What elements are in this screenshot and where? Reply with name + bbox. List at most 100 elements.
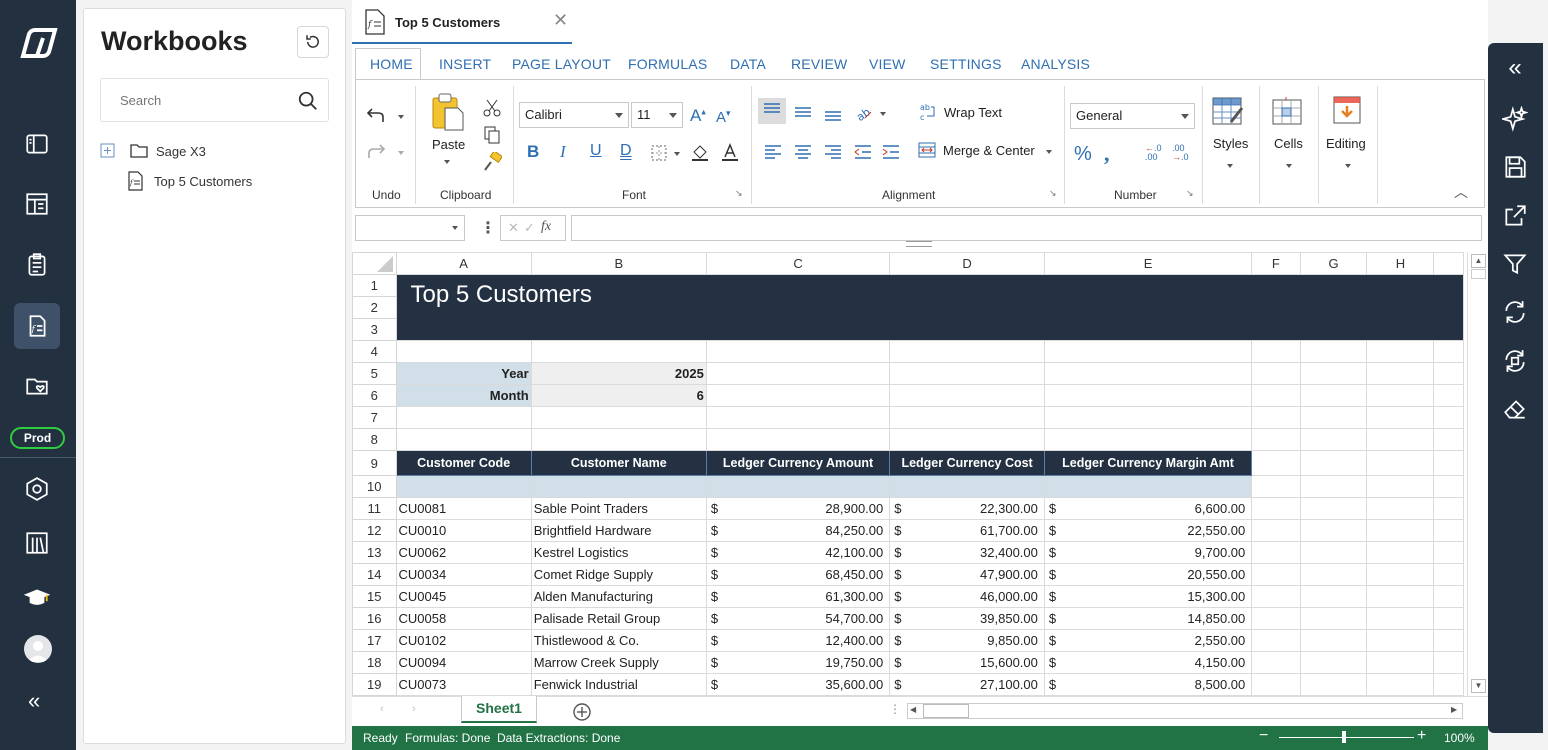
amount-cell[interactable]: $47,900.00 <box>889 563 1045 586</box>
align-bottom-icon[interactable] <box>823 104 843 124</box>
expand-chevrons-icon[interactable]: « <box>1502 56 1528 83</box>
row-header[interactable]: 11 <box>352 497 397 520</box>
editing-dropdown-icon[interactable] <box>1345 164 1351 168</box>
column-header[interactable]: E <box>1043 252 1253 275</box>
row-header[interactable]: 9 <box>352 450 397 476</box>
customer-name-cell[interactable]: Brightfield Hardware <box>530 519 707 542</box>
zoom-in-icon[interactable]: + <box>1417 727 1426 745</box>
amount-cell[interactable]: $14,850.00 <box>1043 607 1253 630</box>
amount-cell[interactable]: $27,100.00 <box>889 673 1045 696</box>
sync-icon[interactable] <box>1502 299 1528 325</box>
tree-item-top-5-customers[interactable]: f Top 5 Customers <box>127 171 252 191</box>
param-label-cell[interactable]: Year <box>395 362 532 385</box>
align-middle-icon[interactable] <box>793 102 813 122</box>
customer-name-cell[interactable]: Comet Ridge Supply <box>530 563 707 586</box>
zoom-slider-thumb[interactable] <box>1342 731 1346 743</box>
customer-code-cell[interactable]: CU0062 <box>395 541 532 564</box>
fx-icon[interactable]: fx <box>541 219 551 235</box>
paste-dropdown-icon[interactable] <box>444 160 450 164</box>
orientation-icon[interactable]: ab <box>853 102 873 122</box>
amount-cell[interactable]: $46,000.00 <box>889 585 1045 608</box>
styles-button[interactable]: Styles <box>1213 136 1248 151</box>
amount-cell[interactable]: $42,100.00 <box>705 541 891 564</box>
font-dialog-launcher-icon[interactable]: ↘ <box>735 188 743 199</box>
tab-page-layout[interactable]: PAGE LAYOUT <box>512 56 611 72</box>
styles-icon[interactable] <box>1211 96 1245 128</box>
customer-code-cell[interactable]: CU0045 <box>395 585 532 608</box>
amount-cell[interactable]: $12,400.00 <box>705 629 891 652</box>
font-name-select[interactable]: Calibri <box>519 102 629 128</box>
bold-icon[interactable]: B <box>527 142 539 162</box>
alignment-dialog-launcher-icon[interactable]: ↘ <box>1049 188 1057 199</box>
row-header[interactable]: 2 <box>352 296 397 319</box>
customer-code-cell[interactable]: CU0058 <box>395 607 532 630</box>
vertical-scrollbar[interactable]: ▲ ▼ <box>1467 252 1487 696</box>
align-top-button[interactable] <box>758 98 786 124</box>
amount-cell[interactable]: $22,550.00 <box>1043 519 1253 542</box>
horizontal-scrollbar[interactable]: ◀ ▶ <box>907 703 1463 719</box>
customer-name-cell[interactable]: Thistlewood & Co. <box>530 629 707 652</box>
font-size-select[interactable]: 11 <box>631 102 683 128</box>
app-logo-icon[interactable] <box>15 26 61 62</box>
borders-icon[interactable] <box>650 144 668 162</box>
search-icon[interactable] <box>297 90 319 112</box>
close-tab-icon[interactable]: ✕ <box>553 10 568 31</box>
customer-code-cell[interactable]: CU0081 <box>395 497 532 520</box>
shrink-font-icon[interactable]: A▾ <box>716 108 731 126</box>
amount-cell[interactable]: $20,550.00 <box>1043 563 1253 586</box>
row-header[interactable]: 5 <box>352 362 397 385</box>
row-header[interactable]: 7 <box>352 406 397 429</box>
customer-name-cell[interactable]: Marrow Creek Supply <box>530 651 707 674</box>
amount-cell[interactable]: $61,300.00 <box>705 585 891 608</box>
amount-cell[interactable]: $28,900.00 <box>705 497 891 520</box>
refresh-data-icon[interactable] <box>1502 348 1528 374</box>
column-header[interactable]: C <box>705 252 891 275</box>
amount-cell[interactable]: $9,700.00 <box>1043 541 1253 564</box>
tree-item-sage-x3[interactable]: Sage X3 <box>100 143 206 159</box>
amount-cell[interactable]: $4,150.00 <box>1043 651 1253 674</box>
wrap-text-button[interactable]: Wrap Text <box>944 105 1002 120</box>
comma-style-icon[interactable]: , <box>1104 141 1110 167</box>
merge-center-icon[interactable] <box>917 140 937 160</box>
row-header[interactable]: 4 <box>352 340 397 363</box>
row-header[interactable]: 14 <box>352 563 397 586</box>
next-sheet-icon[interactable]: › <box>412 703 416 715</box>
customer-name-cell[interactable]: Fenwick Industrial <box>530 673 707 696</box>
redo-icon[interactable] <box>365 142 387 162</box>
eraser-icon[interactable] <box>1502 396 1528 422</box>
confirm-formula-icon[interactable]: ✓ <box>524 220 535 236</box>
customer-code-cell[interactable]: CU0010 <box>395 519 532 542</box>
scroll-up-icon[interactable]: ▲ <box>1471 254 1486 268</box>
amount-cell[interactable]: $19,750.00 <box>705 651 891 674</box>
number-dialog-launcher-icon[interactable]: ↘ <box>1186 188 1194 199</box>
copy-icon[interactable] <box>482 125 502 145</box>
column-header[interactable]: B <box>530 252 707 275</box>
row-header[interactable]: 16 <box>352 607 397 630</box>
more-vertical-icon[interactable]: ⋮ <box>480 218 496 238</box>
amount-cell[interactable]: $84,250.00 <box>705 519 891 542</box>
document-tab[interactable]: f Top 5 Customers ✕ <box>352 0 572 44</box>
prev-sheet-icon[interactable]: ‹ <box>380 703 384 715</box>
decrease-decimal-icon[interactable]: .00 →.0 <box>1172 144 1189 162</box>
tab-insert[interactable]: INSERT <box>439 56 491 72</box>
undo-icon[interactable] <box>365 106 387 126</box>
row-header[interactable]: 10 <box>352 475 397 498</box>
splitter-icon[interactable]: ⋮ <box>889 702 901 716</box>
sparkle-ai-icon[interactable] <box>1499 105 1529 132</box>
spreadsheet-grid[interactable]: A B C D E F G H 1 Top 5 Customers 2 3 4 … <box>352 252 1464 696</box>
cells-dropdown-icon[interactable] <box>1286 164 1292 168</box>
scroll-thumb[interactable] <box>923 704 969 718</box>
tab-analysis[interactable]: ANALYSIS <box>1021 56 1090 72</box>
row-header[interactable]: 8 <box>352 428 397 451</box>
tab-data[interactable]: DATA <box>730 56 766 72</box>
amount-cell[interactable]: $15,300.00 <box>1043 585 1253 608</box>
row-header[interactable]: 6 <box>352 384 397 407</box>
grow-font-icon[interactable]: A▴ <box>690 106 706 126</box>
editing-button[interactable]: Editing <box>1326 136 1366 151</box>
amount-cell[interactable]: $22,300.00 <box>889 497 1045 520</box>
amount-cell[interactable]: $6,600.00 <box>1043 497 1253 520</box>
sheet-title-cell[interactable]: Top 5 Customers <box>395 274 1464 341</box>
column-header[interactable]: A <box>395 252 532 275</box>
tab-view[interactable]: VIEW <box>869 56 906 72</box>
param-label-cell[interactable]: Month <box>395 384 532 407</box>
